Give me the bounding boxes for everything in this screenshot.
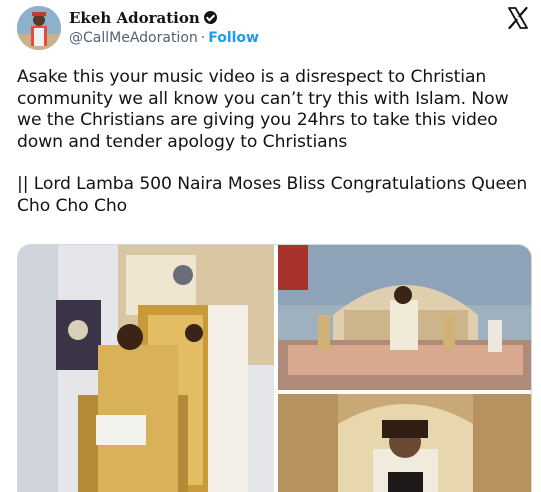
- tweet-header: Ekeh Adoration @CallMeAdoration · Follow: [17, 4, 532, 54]
- tweet-paragraph-1: Asake this your music video is a disresp…: [17, 67, 509, 152]
- media-photo-2[interactable]: [278, 245, 531, 390]
- media-photo-1[interactable]: [18, 245, 274, 492]
- separator-dot: ·: [200, 30, 206, 46]
- author-handle[interactable]: @CallMeAdoration: [69, 30, 198, 46]
- verified-badge-icon: [203, 11, 217, 24]
- tweet-text: Asake this your music video is a disresp…: [17, 67, 532, 217]
- author-avatar[interactable]: [17, 6, 61, 50]
- author-display-name[interactable]: Ekeh Adoration: [69, 9, 200, 27]
- tweet-card: Ekeh Adoration @CallMeAdoration · Follow A…: [0, 0, 541, 492]
- tweet-paragraph-2: || Lord Lamba 500 Naira Moses Bliss Cong…: [17, 174, 528, 216]
- x-logo-icon[interactable]: [506, 6, 530, 30]
- follow-button[interactable]: Follow: [208, 30, 259, 46]
- media-grid: [17, 244, 532, 492]
- author-info: Ekeh Adoration @CallMeAdoration · Follow: [69, 8, 259, 46]
- media-photo-3[interactable]: [278, 394, 531, 492]
